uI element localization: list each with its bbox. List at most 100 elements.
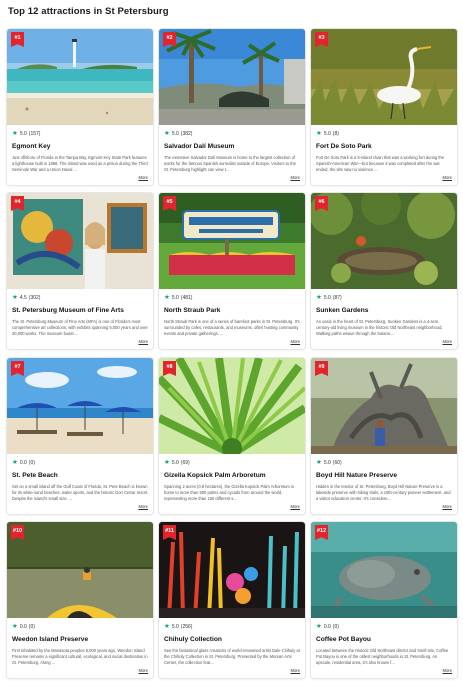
star-icon: ★ (12, 623, 18, 630)
rating-row: ★ 5.0 (87) (316, 294, 342, 302)
star-icon: ★ (316, 623, 322, 630)
more-link[interactable]: More (135, 504, 148, 509)
rating-value: 5.0 (323, 460, 331, 466)
star-icon: ★ (12, 294, 18, 301)
review-count: (0) (28, 460, 35, 466)
attraction-photo (311, 193, 457, 289)
review-count: (302) (28, 295, 41, 301)
star-icon: ★ (12, 459, 18, 466)
more-link[interactable]: More (287, 668, 300, 673)
attraction-name[interactable]: Fort De Soto Park (316, 143, 454, 150)
attraction-card[interactable]: #10 ★ 0.0 (0) Weedon Island Preserve Fir… (7, 522, 153, 678)
rating-row: ★ 5.0 (60) (316, 459, 342, 467)
attraction-name[interactable]: North Straub Park (164, 307, 302, 314)
attraction-description: Hidden in the interior of St. Petersburg… (316, 484, 451, 502)
attraction-description: The extensive Salvador Dalí Museum is ho… (164, 155, 296, 173)
attraction-name[interactable]: Salvador Dalí Museum (164, 143, 302, 150)
more-link[interactable]: More (135, 668, 148, 673)
attraction-photo (159, 522, 305, 618)
attraction-description: An oasis in the heart of St. Petersburg,… (316, 319, 443, 337)
attraction-description: Located between the Historic Old Northea… (316, 648, 449, 666)
attraction-name[interactable]: St. Pete Beach (12, 472, 150, 479)
review-count: (256) (180, 624, 193, 630)
review-count: (157) (28, 131, 41, 137)
rating-value: 5.0 (323, 295, 331, 301)
rating-value: 5.0 (323, 131, 331, 137)
attraction-description: See the fantastical glass creations of w… (164, 648, 300, 666)
review-count: (0) (28, 624, 35, 630)
rating-row: ★ 0.0 (0) (12, 623, 35, 631)
review-count: (69) (180, 460, 190, 466)
attraction-card[interactable]: #12 ★ 0.0 (0) Coffee Pot Bayou Located b… (311, 522, 457, 678)
more-link[interactable]: More (287, 339, 300, 344)
rating-value: 0.0 (323, 624, 331, 630)
attraction-card[interactable]: #4 ★ 4.5 (302) St. Petersburg Museum of … (7, 193, 153, 349)
rating-row: ★ 5.0 (8) (316, 130, 339, 138)
rating-row: ★ 5.0 (481) (164, 294, 192, 302)
rating-value: 5.0 (171, 131, 179, 137)
attraction-card[interactable]: #8 ★ 5.0 (69) Gizella Kopsick Palm Arbor… (159, 358, 305, 514)
rating-value: 4.5 (19, 295, 27, 301)
attraction-card[interactable]: #5 ★ 5.0 (481) North Straub Park North S… (159, 193, 305, 349)
attraction-description: Fort De Soto Park is a 5-island chain th… (316, 155, 445, 173)
review-count: (60) (332, 460, 342, 466)
attraction-name[interactable]: Coffee Pot Bayou (316, 636, 454, 643)
star-icon: ★ (164, 459, 170, 466)
star-icon: ★ (316, 294, 322, 301)
rating-row: ★ 5.0 (382) (164, 130, 192, 138)
review-count: (87) (332, 295, 342, 301)
attraction-photo (311, 358, 457, 454)
attraction-name[interactable]: St. Petersburg Museum of Fine Arts (12, 307, 150, 314)
attraction-description: Spanning 2 acres (0.8 hectares), the Giz… (164, 484, 294, 502)
star-icon: ★ (164, 294, 170, 301)
attraction-photo (159, 193, 305, 289)
attraction-photo (159, 29, 305, 125)
attraction-card[interactable]: #7 ★ 0.0 (0) St. Pete Beach Set on a sma… (7, 358, 153, 514)
rating-value: 5.0 (171, 624, 179, 630)
attraction-photo (7, 522, 153, 618)
attraction-photo (7, 29, 153, 125)
rating-row: ★ 0.0 (0) (12, 459, 35, 467)
rating-value: 5.0 (171, 460, 179, 466)
star-icon: ★ (316, 130, 322, 137)
attraction-photo (159, 358, 305, 454)
attraction-photo (7, 193, 153, 289)
rating-value: 5.0 (171, 295, 179, 301)
more-link[interactable]: More (439, 339, 452, 344)
attraction-description: Just offshore of Florida in the Tampa Ba… (12, 155, 148, 173)
attraction-name[interactable]: Sunken Gardens (316, 307, 454, 314)
rating-value: 0.0 (19, 460, 27, 466)
attraction-photo (311, 522, 457, 618)
star-icon: ★ (316, 459, 322, 466)
attraction-card[interactable]: #9 ★ 5.0 (60) Boyd Hill Nature Preserve … (311, 358, 457, 514)
attraction-card[interactable]: #1 ★ 5.0 (157) Egmont Key Just offshore … (7, 29, 153, 185)
attraction-description: First inhabited by the Manasota peoples … (12, 648, 148, 666)
attraction-card[interactable]: #3 ★ 5.0 (8) Fort De Soto Park Fort De S… (311, 29, 457, 185)
attractions-grid: #1 ★ 5.0 (157) Egmont Key Just offshore … (0, 0, 463, 692)
attraction-card[interactable]: #11 ★ 5.0 (256) Chihuly Collection See t… (159, 522, 305, 678)
attraction-description: North Straub Park is one of a series of … (164, 319, 300, 337)
review-count: (0) (332, 624, 339, 630)
more-link[interactable]: More (135, 339, 148, 344)
more-link[interactable]: More (287, 504, 300, 509)
attraction-name[interactable]: Chihuly Collection (164, 636, 302, 643)
attraction-name[interactable]: Weedon Island Preserve (12, 636, 150, 643)
more-link[interactable]: More (287, 175, 300, 180)
star-icon: ★ (12, 130, 18, 137)
review-count: (8) (332, 131, 339, 137)
more-link[interactable]: More (135, 175, 148, 180)
attraction-name[interactable]: Gizella Kopsick Palm Arboretum (164, 472, 302, 479)
rating-row: ★ 4.5 (302) (12, 294, 40, 302)
more-link[interactable]: More (439, 504, 452, 509)
rating-row: ★ 5.0 (256) (164, 623, 192, 631)
attraction-description: The St. Petersburg Museum of Fine Arts (… (12, 319, 148, 337)
attraction-card[interactable]: #6 ★ 5.0 (87) Sunken Gardens An oasis in… (311, 193, 457, 349)
attraction-card[interactable]: #2 ★ 5.0 (382) Salvador Dalí Museum The … (159, 29, 305, 185)
more-link[interactable]: More (439, 175, 452, 180)
attraction-name[interactable]: Egmont Key (12, 143, 150, 150)
star-icon: ★ (164, 623, 170, 630)
review-count: (481) (180, 295, 193, 301)
rating-value: 5.0 (19, 131, 27, 137)
more-link[interactable]: More (439, 668, 452, 673)
attraction-name[interactable]: Boyd Hill Nature Preserve (316, 472, 454, 479)
